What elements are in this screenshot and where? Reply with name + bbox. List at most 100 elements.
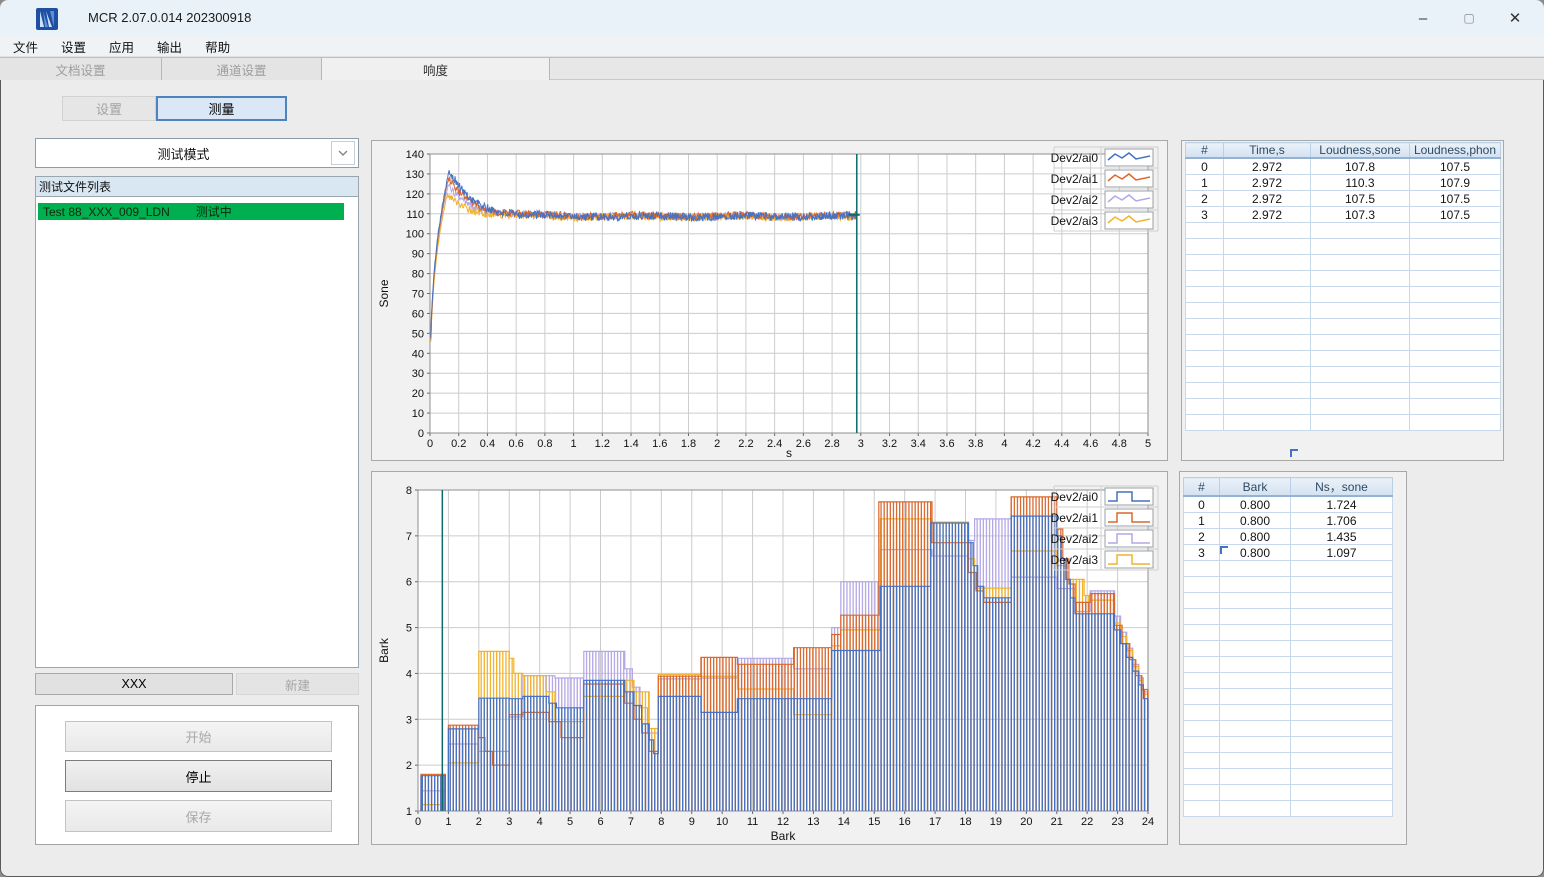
table-cell[interactable]: 0.800 [1219,495,1291,513]
legend-label: Dev2/ai2 [1051,193,1099,207]
empty-cell [1185,382,1224,399]
loudness-time-chart[interactable]: 0 0.2 0.4 0.6 0.8 1 1.2 1.4 1.6 1.8 2 2.2 2.4 2.6 2.8 3… [372,141,1167,460]
table-cell[interactable]: 0 [1185,157,1224,175]
maximize-button[interactable]: ▢ [1446,0,1492,36]
stop-button[interactable]: 停止 [65,760,332,792]
empty-cell [1310,414,1410,431]
empty-cell [1223,334,1311,351]
save-button[interactable]: 保存 [65,800,332,832]
empty-cell [1185,414,1224,431]
bark-table: # Bark Ns，sone 0 0.800 1.724 1 0.800 1.706 2 0.800… [1183,477,1393,817]
menu-item-output[interactable]: 输出 [151,35,188,58]
specific-loudness-chart[interactable]: 0 1 2 3 4 5 6 7 8 9 10 11 12 13 14 15 16 17 18 19 20 21 22 23 24… [372,472,1167,844]
table-cell[interactable]: 0.800 [1219,512,1291,529]
empty-cell [1185,254,1224,271]
empty-cell [1219,640,1291,657]
svg-text:2: 2 [476,816,482,828]
empty-table-row [1185,238,1501,255]
x-axis-label: Bark [771,829,797,843]
list-item-test-file[interactable]: Test 88_XXX_009_LDN 测试中 [38,203,344,220]
table-row[interactable]: 3 2.972 107.3 107.5 [1185,206,1501,223]
table-cell[interactable]: 1.724 [1290,495,1393,513]
empty-cell [1290,736,1393,753]
svg-text:13: 13 [807,816,819,828]
xxx-button[interactable]: XXX [35,673,233,695]
svg-text:11: 11 [747,816,758,828]
test-mode-select[interactable]: 测试模式 [35,138,359,168]
specific-loudness-chart-box[interactable]: 0 1 2 3 4 5 6 7 8 9 10 11 12 13 14 15 16 17 18 19 20 21 22 23 24… [371,471,1168,845]
table-cell[interactable]: 2 [1183,528,1220,545]
table-cell[interactable]: 2.972 [1223,206,1311,223]
table-row[interactable]: 3 0.800 1.097 [1183,544,1393,561]
table-cell[interactable]: 107.9 [1409,174,1501,191]
table-row[interactable]: 2 0.800 1.435 [1183,528,1393,545]
table-cell[interactable]: 107.5 [1409,190,1501,207]
table-cell[interactable]: 1.097 [1290,544,1393,561]
table-cell[interactable]: 107.5 [1310,190,1410,207]
table-cell[interactable]: 107.8 [1310,157,1410,175]
empty-cell [1310,254,1410,271]
svg-text:3.2: 3.2 [882,438,897,450]
svg-text:4: 4 [1001,438,1007,450]
table-cell[interactable]: 2.972 [1223,190,1311,207]
table-row[interactable]: 1 2.972 110.3 107.9 [1185,174,1501,191]
svg-text:4.8: 4.8 [1112,438,1127,450]
empty-cell [1185,222,1224,239]
empty-table-row [1183,672,1393,689]
table-cell[interactable]: 3 [1185,206,1224,223]
table-cell[interactable]: 0.800 [1219,528,1291,545]
table-cell[interactable]: 3 [1183,544,1220,561]
empty-cell [1290,768,1393,785]
table-cell[interactable]: 107.5 [1409,157,1501,175]
svg-text:20: 20 [1020,816,1032,828]
table-cell[interactable]: 107.5 [1409,206,1501,223]
loudness-time-chart-box[interactable]: 0 0.2 0.4 0.6 0.8 1 1.2 1.4 1.6 1.8 2 2.2 2.4 2.6 2.8 3… [371,140,1168,461]
new-button[interactable]: 新建 [236,673,359,695]
empty-cell [1219,736,1291,753]
table-cell[interactable]: 0.800 [1219,544,1291,561]
svg-text:1: 1 [406,806,412,818]
measure-subtab-button[interactable]: 测量 [156,96,287,121]
svg-text:7: 7 [406,531,412,543]
test-file-list-header: 测试文件列表 [36,177,358,197]
table-cell[interactable]: 0 [1183,495,1220,513]
empty-cell [1183,768,1220,785]
table-row[interactable]: 1 0.800 1.706 [1183,512,1393,529]
chevron-down-icon[interactable] [331,141,355,165]
tab-loudness[interactable]: 响度 [322,58,550,80]
close-button[interactable]: ✕ [1492,0,1538,36]
minimize-button[interactable]: – [1400,0,1446,36]
menu-item-help[interactable]: 帮助 [199,35,236,58]
table-row[interactable]: 0 2.972 107.8 107.5 [1185,157,1501,175]
legend-icon [1104,529,1154,548]
svg-text:50: 50 [412,328,424,340]
menu-item-file[interactable]: 文件 [7,35,44,58]
svg-text:18: 18 [959,816,971,828]
tab-document-settings[interactable]: 文档设置 [0,58,162,80]
table-cell[interactable]: 2.972 [1223,157,1311,175]
table-row[interactable]: 2 2.972 107.5 107.5 [1185,190,1501,207]
table-cell[interactable]: 110.3 [1310,174,1410,191]
svg-text:3.8: 3.8 [968,438,983,450]
legend-label: Dev2/ai1 [1051,511,1099,525]
start-button[interactable]: 开始 [65,721,332,752]
svg-text:1.4: 1.4 [623,438,638,450]
table-cell[interactable]: 1.435 [1290,528,1393,545]
empty-table-row [1183,592,1393,609]
svg-text:2.8: 2.8 [824,438,839,450]
svg-text:15: 15 [868,816,880,828]
svg-text:5: 5 [406,623,412,635]
table-cell[interactable]: 107.3 [1310,206,1410,223]
empty-cell [1409,254,1501,271]
table-cell[interactable]: 2 [1185,190,1224,207]
menu-item-apply[interactable]: 应用 [103,35,140,58]
table-cell[interactable]: 1 [1185,174,1224,191]
empty-table-row [1185,366,1501,383]
table-row[interactable]: 0 0.800 1.724 [1183,495,1393,513]
table-cell[interactable]: 1.706 [1290,512,1393,529]
table-cell[interactable]: 1 [1183,512,1220,529]
table-cell[interactable]: 2.972 [1223,174,1311,191]
menu-item-settings[interactable]: 设置 [55,35,92,58]
tab-channel-settings[interactable]: 通道设置 [162,58,322,80]
settings-subtab-button[interactable]: 设置 [62,96,156,121]
